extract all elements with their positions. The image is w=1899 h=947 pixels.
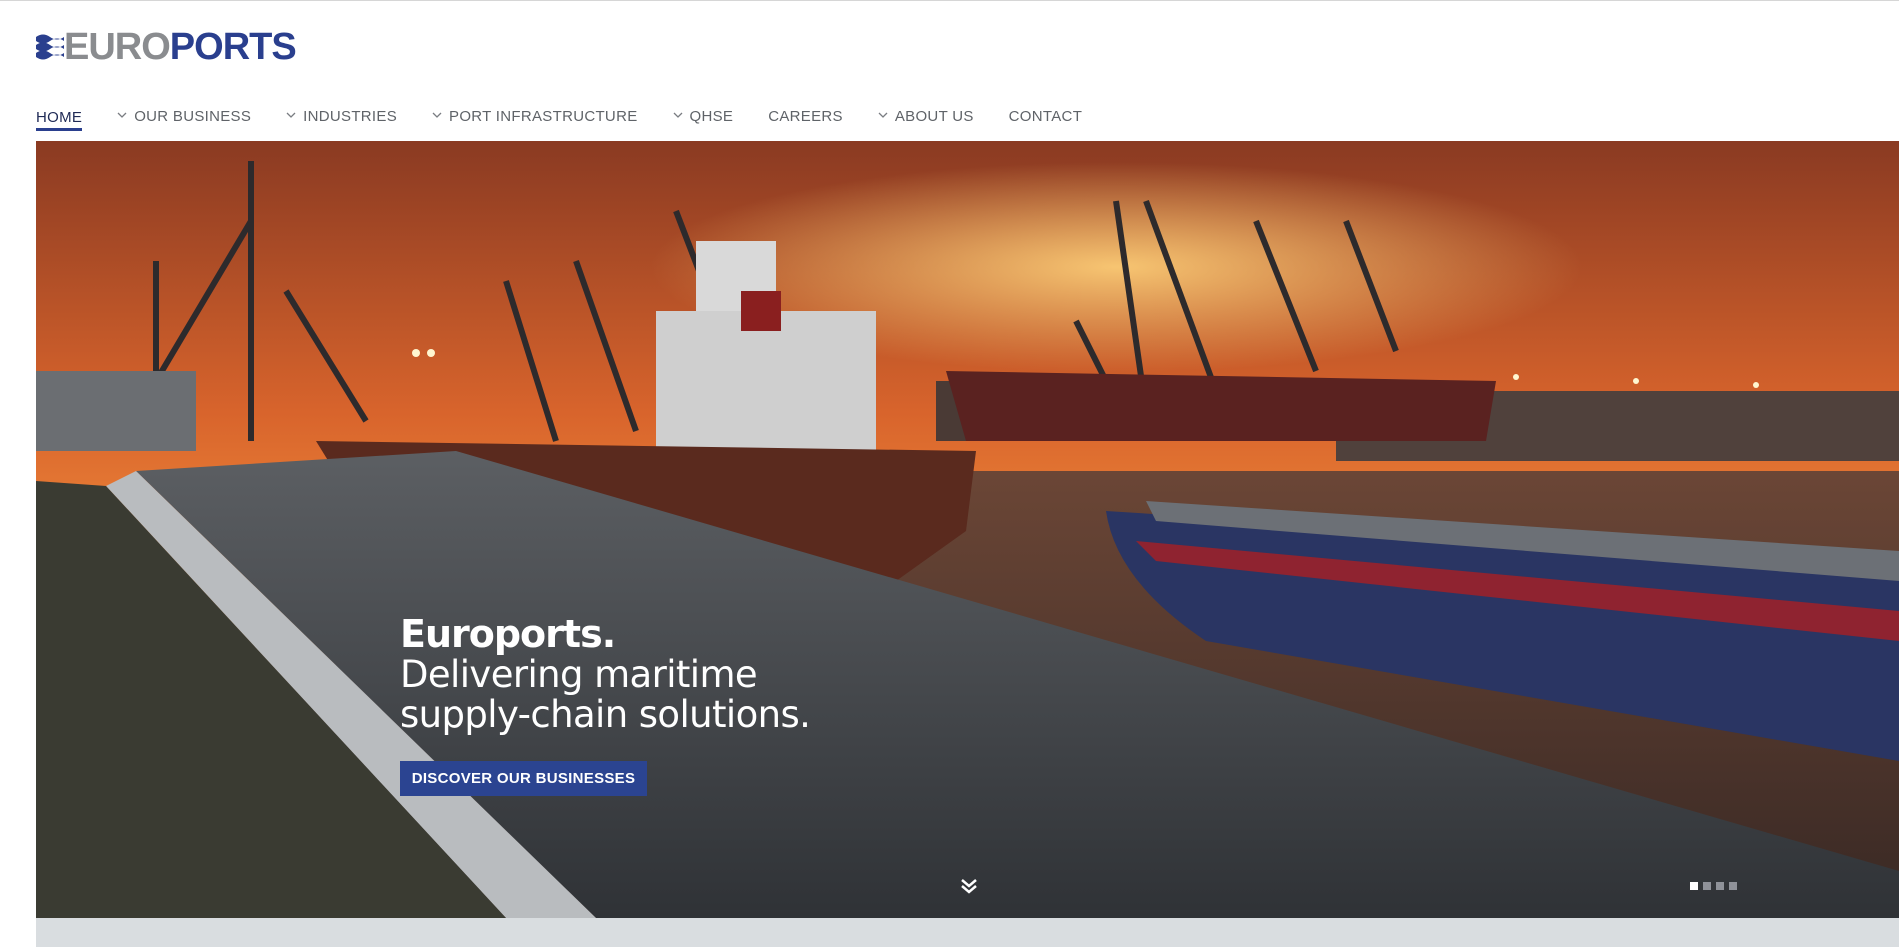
nav-item-port-infrastructure[interactable]: PORT INFRASTRUCTURE	[432, 104, 638, 128]
waves-icon	[36, 34, 64, 60]
nav-item-our-business[interactable]: OUR BUSINESS	[117, 104, 251, 128]
top-border	[0, 0, 1899, 1]
nav-item-industries[interactable]: INDUSTRIES	[286, 104, 397, 128]
next-section-band	[36, 918, 1899, 947]
nav-label: HOME	[36, 109, 83, 126]
hero-title: Euroports.	[400, 612, 616, 656]
nav-item-contact[interactable]: CONTACT	[1009, 104, 1082, 128]
nav-label: OUR BUSINESS	[134, 107, 252, 125]
chevron-down-icon	[878, 112, 888, 118]
nav-item-home[interactable]: HOME	[36, 104, 83, 131]
euroports-logo[interactable]: EUROPORTS	[36, 26, 297, 68]
main-navigation: HOME OUR BUSINESS INDUSTRIES PORT INFRAS…	[36, 104, 1117, 131]
nav-label: PORT INFRASTRUCTURE	[449, 107, 638, 125]
nav-label: ABOUT US	[894, 107, 974, 125]
nav-item-qhse[interactable]: QHSE	[673, 104, 734, 128]
chevron-down-icon	[673, 112, 682, 118]
double-chevron-down-icon[interactable]	[958, 875, 980, 897]
nav-item-about-us[interactable]: ABOUT US	[878, 104, 974, 128]
slider-dot-3[interactable]	[1716, 882, 1724, 890]
hero-subtitle-line-2: supply-chain solutions.	[400, 693, 811, 736]
hero-image	[36, 141, 1899, 918]
slider-dot-4[interactable]	[1729, 882, 1737, 890]
nav-item-careers[interactable]: CAREERS	[768, 104, 843, 128]
nav-label: QHSE	[689, 107, 734, 125]
chevron-down-icon	[117, 112, 127, 118]
chevron-down-icon	[286, 112, 296, 118]
slider-dot-2[interactable]	[1703, 882, 1711, 890]
nav-label: CONTACT	[1008, 107, 1083, 125]
hero-subtitle-line-1: Delivering maritime	[400, 653, 758, 696]
slider-dot-1[interactable]	[1690, 882, 1698, 890]
slider-pagination	[1690, 882, 1737, 890]
nav-label: INDUSTRIES	[303, 107, 398, 125]
logo-wordmark: EUROPORTS	[64, 26, 297, 68]
hero-banner: Euroports. Delivering maritime supply-ch…	[36, 141, 1899, 918]
discover-businesses-button[interactable]: DISCOVER OUR BUSINESSES	[400, 761, 647, 796]
hero-headline: Euroports. Delivering maritime supply-ch…	[400, 612, 811, 736]
chevron-down-icon	[432, 112, 442, 118]
nav-label: CAREERS	[768, 107, 843, 125]
